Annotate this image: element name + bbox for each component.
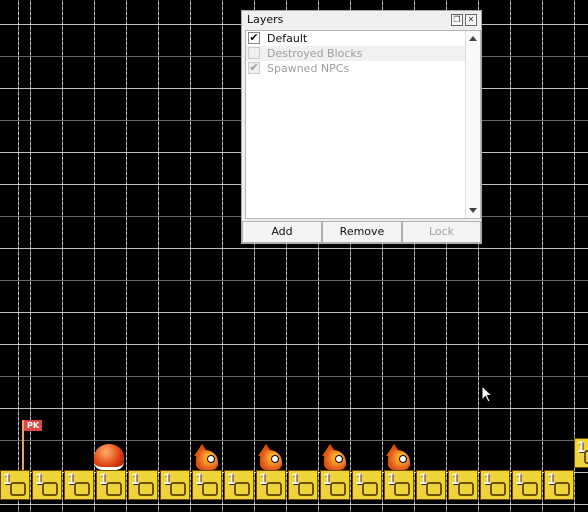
layer-row-default[interactable]: ✔ Default bbox=[246, 31, 467, 46]
ground-block[interactable]: 1 bbox=[512, 470, 542, 500]
panel-buttons: Add Remove Lock bbox=[242, 220, 481, 244]
ground-block[interactable]: 1 bbox=[352, 470, 382, 500]
ground-row: 1 1 1 1 1 1 1 1 1 1 1 1 1 1 1 1 1 1 bbox=[0, 470, 588, 502]
ground-block[interactable]: 1 bbox=[32, 470, 62, 500]
ground-block[interactable]: 1 bbox=[0, 470, 30, 500]
layer-visible-checkbox[interactable]: ✔ bbox=[248, 32, 260, 44]
layer-name: Spawned NPCs bbox=[267, 62, 350, 75]
ground-block[interactable]: 1 bbox=[480, 470, 510, 500]
layers-panel: Layers ❐ ✕ ✔ Default Destroyed Blocks ✔ … bbox=[241, 10, 482, 244]
layer-visible-checkbox[interactable] bbox=[248, 47, 260, 59]
layer-name: Destroyed Blocks bbox=[267, 47, 363, 60]
ground-block[interactable]: 1 bbox=[96, 470, 126, 500]
layer-row-spawned-npcs[interactable]: ✔ Spawned NPCs bbox=[246, 61, 467, 76]
fire-enemy-icon[interactable] bbox=[256, 444, 284, 470]
lock-button[interactable]: Lock bbox=[402, 221, 481, 243]
layer-visible-checkbox[interactable]: ✔ bbox=[248, 62, 260, 74]
list-scrollbar[interactable] bbox=[465, 31, 480, 218]
ground-block[interactable]: 1 bbox=[192, 470, 222, 500]
ground-block[interactable]: 1 bbox=[416, 470, 446, 500]
remove-button[interactable]: Remove bbox=[322, 221, 402, 243]
restore-icon[interactable]: ❐ bbox=[451, 14, 463, 26]
add-button[interactable]: Add bbox=[242, 221, 322, 243]
layer-name: Default bbox=[267, 32, 308, 45]
ground-block[interactable]: 1 bbox=[320, 470, 350, 500]
ground-block[interactable]: 1 bbox=[448, 470, 478, 500]
layers-list[interactable]: ✔ Default Destroyed Blocks ✔ Spawned NPC… bbox=[245, 30, 481, 219]
shell-icon[interactable] bbox=[94, 444, 124, 470]
ground-block[interactable]: 1 bbox=[544, 470, 574, 500]
panel-title: Layers bbox=[247, 13, 284, 26]
close-icon[interactable]: ✕ bbox=[465, 14, 477, 26]
panel-titlebar[interactable]: Layers ❐ ✕ bbox=[242, 11, 481, 29]
ground-block[interactable]: 1 bbox=[384, 470, 414, 500]
scroll-up-icon[interactable] bbox=[469, 36, 477, 41]
fire-enemy-icon[interactable] bbox=[384, 444, 412, 470]
ground-block[interactable]: 1 bbox=[160, 470, 190, 500]
fire-enemy-icon[interactable] bbox=[320, 444, 348, 470]
ground-block[interactable]: 1 bbox=[224, 470, 254, 500]
ground-block[interactable]: 1 bbox=[288, 470, 318, 500]
fire-enemy-icon[interactable] bbox=[192, 444, 220, 470]
ground-block[interactable]: 1 bbox=[64, 470, 94, 500]
layer-row-destroyed-blocks[interactable]: Destroyed Blocks bbox=[246, 46, 467, 61]
ground-block[interactable]: 1 bbox=[256, 470, 286, 500]
scroll-down-icon[interactable] bbox=[469, 208, 477, 213]
ground-block[interactable]: 1 bbox=[128, 470, 158, 500]
flag-icon[interactable]: PK bbox=[24, 420, 42, 431]
ground-block[interactable]: 1 bbox=[574, 438, 588, 468]
